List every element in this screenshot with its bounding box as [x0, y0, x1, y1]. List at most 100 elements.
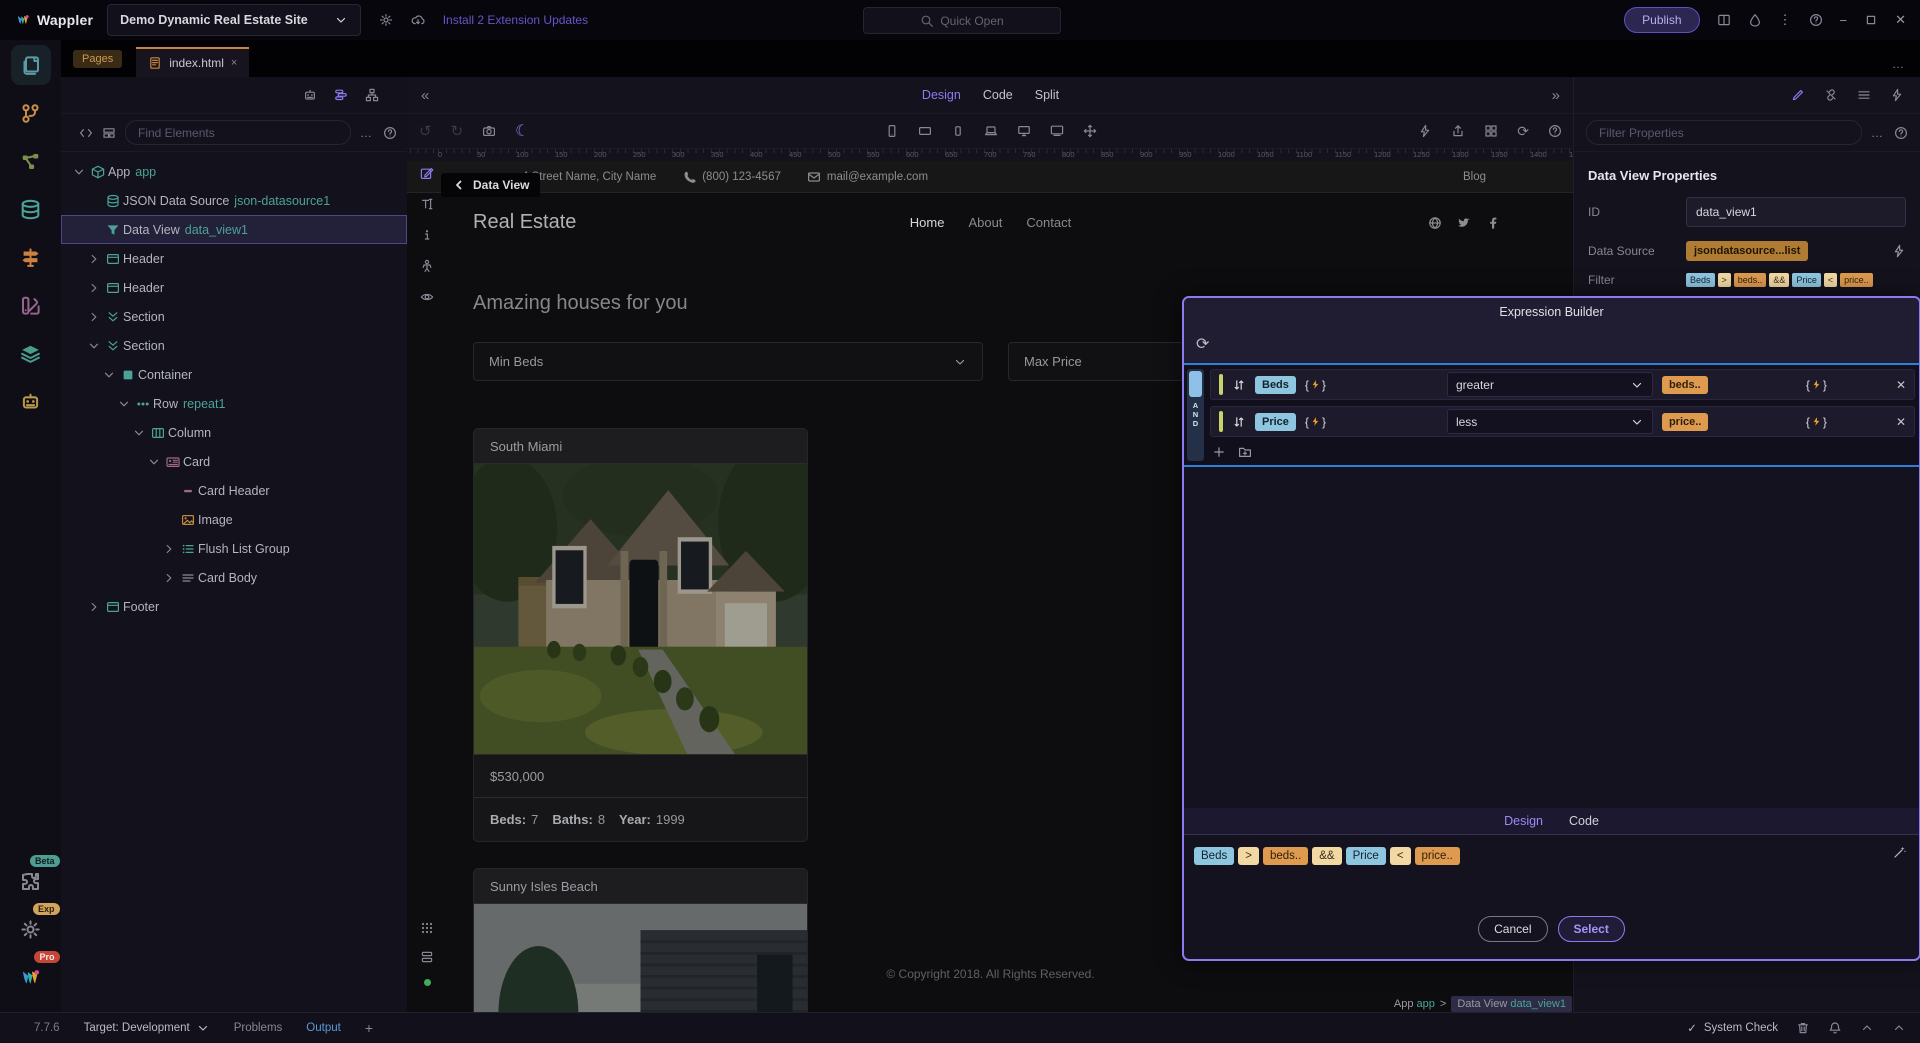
rail-item-workflows[interactable] [11, 141, 51, 181]
grid-apps-icon[interactable] [1484, 124, 1498, 138]
group-operator-strip[interactable]: A N D [1187, 369, 1204, 461]
code-view-icon[interactable] [79, 126, 93, 140]
caret-down-icon[interactable] [131, 426, 147, 440]
tree-help-icon[interactable] [383, 126, 397, 140]
expand-panel-icon[interactable]: » [1552, 87, 1560, 104]
filter-token[interactable]: price.. [1840, 273, 1873, 287]
selected-element-pill[interactable]: Data View [441, 173, 540, 197]
refresh-icon[interactable]: ⟳ [1196, 334, 1209, 354]
eye-preview-icon[interactable] [420, 290, 434, 304]
laptop-device-icon[interactable] [984, 124, 998, 138]
tree-item-card-header[interactable]: Card Header [61, 476, 407, 505]
kebab-menu-icon[interactable]: ⋮ [1779, 12, 1792, 28]
tree-item-header[interactable]: Header [61, 244, 407, 273]
waffle-grid-icon[interactable] [420, 921, 434, 935]
field-chip[interactable]: Price [1255, 413, 1296, 431]
pages-chip[interactable]: Pages [73, 50, 122, 68]
breadcrumb-current[interactable]: Data View data_view1 [1451, 996, 1572, 1012]
view-tab-code[interactable]: Code [983, 88, 1013, 102]
list-menu-icon[interactable] [1857, 88, 1871, 102]
tree-item-flush-list-group[interactable]: Flush List Group [61, 534, 407, 563]
filter-token[interactable]: Price [1792, 273, 1821, 287]
ai-helper-icon[interactable] [303, 88, 317, 102]
filter-token[interactable]: beds.. [1734, 273, 1767, 287]
rail-item-extensions[interactable]: Beta [11, 861, 51, 901]
rail-item-experimental[interactable]: Exp [11, 909, 51, 949]
sitemap-view-icon[interactable] [365, 88, 379, 102]
id-input[interactable]: data_view1 [1686, 197, 1906, 227]
rail-item-ai-assistant[interactable] [11, 381, 51, 421]
caret-right-icon[interactable] [86, 281, 102, 295]
field-chip[interactable]: Beds [1255, 376, 1296, 394]
tree-item-app-app[interactable]: Appapp [61, 157, 407, 186]
dialog-tab-design[interactable]: Design [1504, 814, 1543, 828]
tree-item-column[interactable]: Column [61, 418, 407, 447]
value-chip[interactable]: beds.. [1662, 376, 1708, 394]
remove-condition-icon[interactable]: ✕ [1896, 378, 1906, 392]
undo-icon[interactable]: ↺ [419, 122, 432, 140]
bell-icon[interactable] [1828, 1021, 1842, 1035]
select-button[interactable]: Select [1558, 916, 1625, 942]
operator-select[interactable]: greater [1447, 372, 1653, 397]
caret-right-icon[interactable] [86, 310, 102, 324]
tree-item-container[interactable]: Container [61, 360, 407, 389]
magic-wand-icon[interactable] [1893, 845, 1907, 859]
publish-button[interactable]: Publish [1624, 7, 1699, 33]
maximize-button[interactable] [1864, 13, 1878, 27]
layout-panels-icon[interactable] [1717, 13, 1731, 27]
filter-token[interactable]: && [1769, 273, 1789, 287]
find-elements-input[interactable]: Find Elements [125, 120, 351, 145]
filter-expression-chips[interactable]: Beds>beds..&&Price<price.. [1686, 273, 1873, 287]
group-drag-handle[interactable] [1189, 371, 1202, 397]
rail-item-styles[interactable] [11, 285, 51, 325]
unlink-icon[interactable] [1824, 88, 1838, 102]
filter-token[interactable]: < [1824, 273, 1837, 287]
rail-item-git[interactable] [11, 93, 51, 133]
target-selector[interactable]: Target: Development [84, 1021, 210, 1035]
rail-item-pages[interactable] [11, 45, 51, 85]
tree-item-card[interactable]: Card [61, 447, 407, 476]
add-panel-icon[interactable]: + [365, 1020, 373, 1036]
sort-icon[interactable] [1232, 415, 1246, 429]
view-tab-design[interactable]: Design [922, 88, 961, 102]
site-nav-home[interactable]: Home [910, 215, 945, 230]
tree-item-section[interactable]: Section [61, 331, 407, 360]
rail-item-database[interactable] [11, 189, 51, 229]
caret-down-icon[interactable] [101, 368, 117, 382]
stack-icon[interactable] [420, 950, 434, 964]
tv-device-icon[interactable] [1050, 124, 1064, 138]
close-button[interactable]: ✕ [1895, 12, 1906, 28]
breadcrumb-app[interactable]: App app [1394, 998, 1435, 1010]
caret-down-icon[interactable] [86, 339, 102, 353]
collapse-bar-icon[interactable] [1892, 1021, 1906, 1035]
share-preview-icon[interactable] [1451, 124, 1465, 138]
typography-icon[interactable] [420, 197, 434, 211]
mannequin-icon[interactable] [420, 259, 434, 273]
edit-pencil-icon[interactable] [1791, 88, 1805, 102]
desktop-device-icon[interactable] [1017, 124, 1031, 138]
data-source-bolt-icon[interactable] [1892, 244, 1906, 258]
caret-right-icon[interactable] [86, 252, 102, 266]
tree-item-image[interactable]: Image [61, 505, 407, 534]
dynamic-binding-icon[interactable]: {} [1806, 415, 1827, 429]
chevron-up-icon[interactable] [1860, 1021, 1874, 1035]
move-device-icon[interactable] [1083, 124, 1097, 138]
tree-item-section[interactable]: Section [61, 302, 407, 331]
mobilesm-device-icon[interactable] [951, 124, 965, 138]
tree-item-data-view-data-view1[interactable]: Data Viewdata_view1 [61, 215, 407, 244]
expression-token-beds-[interactable]: beds.. [1263, 847, 1308, 865]
expression-token--[interactable]: < [1390, 847, 1411, 865]
expression-token-beds[interactable]: Beds [1194, 847, 1234, 865]
dynamic-binding-icon[interactable]: {} [1806, 378, 1827, 392]
add-group-icon[interactable] [1238, 445, 1252, 459]
props-help-icon[interactable] [1894, 126, 1908, 140]
cancel-button[interactable]: Cancel [1478, 916, 1547, 942]
tree-item-card-body[interactable]: Card Body [61, 563, 407, 592]
expression-token-price-[interactable]: price.. [1415, 847, 1460, 865]
caret-right-icon[interactable] [161, 571, 177, 585]
system-check[interactable]: ✓ System Check [1687, 1021, 1778, 1035]
dynamic-binding-icon[interactable]: {} [1305, 415, 1326, 429]
site-nav-contact[interactable]: Contact [1026, 215, 1071, 230]
caret-down-icon[interactable] [116, 397, 132, 411]
add-condition-icon[interactable] [1212, 445, 1226, 459]
